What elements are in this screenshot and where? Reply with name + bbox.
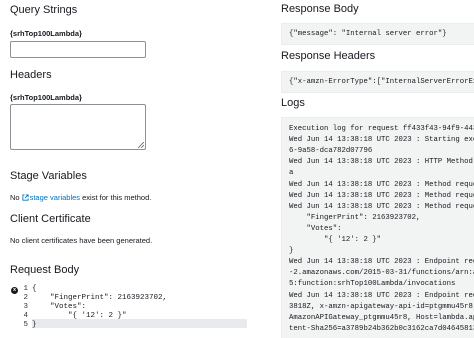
log-line: }: [289, 247, 294, 256]
log-line: Wed Jun 14 13:38:18 UTC 2023 : Starting …: [289, 136, 474, 145]
log-line: "{ '12': 2 }": [289, 236, 381, 244]
log-line: Wed Jun 14 13:38:18 UTC 2023 : Endpoint …: [289, 291, 474, 300]
code-line: {: [32, 285, 37, 293]
resize-handle-icon[interactable]: [138, 142, 144, 148]
log-line: Wed Jun 14 13:38:18 UTC 2023 : Endpoint …: [289, 258, 474, 267]
stage-variables-link[interactable]: stage variables: [30, 193, 80, 202]
headers-textarea[interactable]: [10, 104, 146, 150]
editor-code[interactable]: { "FingerPrint": 2163923702, "Votes": "{…: [32, 284, 247, 332]
client-certificate-text: No client certificates have been generat…: [10, 236, 153, 245]
response-headers-heading: Response Headers: [281, 50, 376, 62]
method-test-response-panel: Response Body {"message": "Internal serv…: [278, 0, 474, 338]
log-line: 6-9a58-dca782d07796: [289, 147, 373, 156]
error-marker-icon: x: [11, 287, 18, 294]
code-line: "{ '12': 2 }": [32, 312, 127, 320]
log-line: Wed Jun 14 13:38:18 UTC 2023 : HTTP Meth…: [289, 158, 474, 167]
headers-heading: Headers: [10, 69, 52, 81]
log-line: tent-Sha256=a3789b24b362b0c3162ca7d04645…: [289, 324, 474, 333]
response-body-box: {"message": "Internal server error"}: [281, 23, 474, 45]
stage-variables-text: No stage variables exist for this method.: [10, 193, 151, 202]
query-strings-input[interactable]: [10, 41, 146, 58]
response-body-heading: Response Body: [281, 3, 359, 15]
request-body-editor[interactable]: x 1 2 3 4 5 { "FingerPrint": 2163923702,…: [10, 284, 247, 332]
line-number: 5: [23, 321, 28, 329]
query-strings-heading: Query Strings: [10, 4, 78, 16]
log-line: Wed Jun 14 13:38:18 UTC 2023 : Method re…: [289, 180, 474, 189]
code-line: }: [32, 321, 37, 329]
log-line: a: [289, 169, 294, 178]
log-line: AmazonAPIGateway_ptgmmu45r8, Host=lambda…: [289, 313, 474, 322]
request-body-heading: Request Body: [10, 264, 80, 276]
headers-label: {srhTop100Lambda}: [10, 93, 82, 102]
method-test-request-panel: Query Strings {srhTop100Lambda} Headers …: [0, 0, 262, 338]
line-number: 2: [23, 294, 28, 302]
stage-variables-prefix: No: [10, 193, 20, 202]
client-certificate-heading: Client Certificate: [10, 213, 91, 225]
editor-gutter: x 1 2 3 4 5: [10, 284, 30, 332]
log-line: "Votes":: [289, 224, 342, 233]
stage-variables-heading: Stage Variables: [10, 170, 87, 182]
response-headers-content: {"x-amzn-ErrorType":["InternalServerErro…: [289, 78, 474, 86]
line-number: 3: [23, 303, 28, 311]
line-number: 4: [23, 312, 28, 320]
response-headers-box: {"x-amzn-ErrorType":["InternalServerErro…: [281, 71, 474, 93]
logs-box: Execution log for request ff433f43-94f9-…: [281, 117, 474, 338]
code-line: "Votes":: [32, 303, 87, 311]
logs-heading: Logs: [281, 97, 305, 109]
external-link-icon: [22, 194, 29, 201]
stage-variables-suffix: exist for this method.: [82, 193, 152, 202]
response-body-content: {"message": "Internal server error"}: [289, 30, 447, 38]
log-line: -2.amazonaws.com/2015-03-31/functions/ar…: [289, 269, 474, 278]
log-line: Execution log for request ff433f43-94f9-…: [289, 125, 474, 133]
log-line: Wed Jun 14 13:38:18 UTC 2023 : Method re…: [289, 191, 474, 200]
log-line: "FingerPrint": 2163923702,: [289, 213, 421, 222]
query-strings-label: {srhTop100Lambda}: [10, 29, 82, 38]
line-number: 1: [23, 285, 28, 293]
code-line: "FingerPrint": 2163923702,: [32, 294, 168, 302]
log-line: 5:function:srhTop100Lambda/invocations: [289, 280, 456, 289]
log-line: 3818Z, x-amzn-apigateway-api-id=ptgmmu45…: [289, 302, 474, 311]
log-line: Wed Jun 14 13:38:18 UTC 2023 : Method re…: [289, 202, 474, 211]
